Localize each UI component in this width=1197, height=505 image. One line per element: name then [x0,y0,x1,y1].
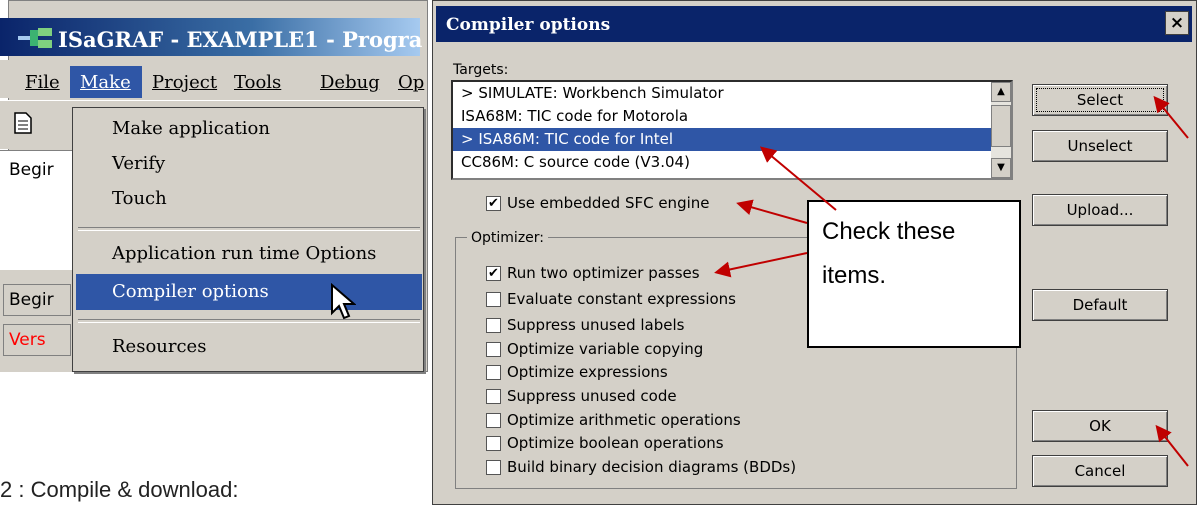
option-label: Suppress unused labels [507,316,685,334]
menu-make[interactable]: Make [80,72,131,93]
option-checkbox[interactable] [486,436,501,451]
option-checkbox[interactable] [486,389,501,404]
option-checkbox[interactable] [486,318,501,333]
ok-button[interactable]: OK [1032,410,1168,442]
embedded-sfc-checkbox[interactable]: ✔ [486,196,501,211]
menu-separator [78,319,420,323]
callout-line-1: Check these [822,218,956,245]
target-row[interactable]: > SIMULATE: Workbench Simulator [453,82,991,105]
close-icon[interactable]: × [1165,11,1189,35]
menu-item-application-run-time-options[interactable]: Application run time Options [112,243,376,264]
option-checkbox[interactable] [486,413,501,428]
default-button[interactable]: Default [1032,289,1168,321]
document-icon[interactable] [14,112,32,134]
option-label: Run two optimizer passes [507,264,700,282]
scroll-down-icon[interactable]: ▼ [991,158,1011,178]
option-label: Suppress unused code [507,387,677,405]
embedded-sfc-label: Use embedded SFC engine [507,194,710,212]
option-label: Optimize variable copying [507,340,704,358]
option-checkbox[interactable] [486,460,501,475]
dialog-title: Compiler options [446,15,611,35]
option-label: Optimize arithmetic operations [507,411,741,429]
option-checkbox[interactable]: ✔ [486,266,501,281]
option-label: Build binary decision diagrams (BDDs) [507,458,797,476]
menu-item-resources[interactable]: Resources [112,336,206,357]
status-line-1: Begir [9,290,54,310]
pane-text: Begir [9,160,54,180]
caption: 2 : Compile & download: [0,477,239,502]
app-icon [18,28,52,48]
menu-item-make-application[interactable]: Make application [112,118,270,139]
status-line-2: Vers [9,330,46,350]
target-row[interactable]: CC86M: C source code (V3.04) [453,151,991,174]
scrollbar-thumb[interactable] [991,105,1011,147]
cancel-button[interactable]: Cancel [1032,455,1168,487]
mouse-cursor-icon [331,283,356,320]
option-label: Optimize boolean operations [507,434,724,452]
targets-label: Targets: [453,62,509,78]
menu-item-compiler-options[interactable]: Compiler options [112,281,269,302]
select-button[interactable]: Select [1032,84,1168,116]
scroll-up-icon[interactable]: ▲ [991,82,1011,102]
option-label: Optimize expressions [507,363,668,381]
menu-separator [78,227,420,231]
optimizer-label: Optimizer: [467,230,549,246]
menu-tools[interactable]: Tools [234,72,281,93]
target-row[interactable]: ISA68M: TIC code for Motorola [453,105,991,128]
upload-button[interactable]: Upload... [1032,194,1168,226]
option-checkbox[interactable] [486,365,501,380]
ide-title: ISaGRAF - EXAMPLE1 - Progra [58,27,423,52]
menu-project[interactable]: Project [152,72,217,93]
menu-options[interactable]: Op [398,72,424,93]
option-checkbox[interactable] [486,342,501,357]
menu-debug[interactable]: Debug [320,72,380,93]
callout-line-2: items. [822,262,887,289]
menu-file[interactable]: File [25,72,60,93]
option-label: Evaluate constant expressions [507,290,736,308]
menu-item-touch[interactable]: Touch [112,188,167,209]
unselect-button[interactable]: Unselect [1032,130,1168,162]
make-menu-dropdown [72,107,424,372]
menu-item-verify[interactable]: Verify [112,153,165,174]
option-checkbox[interactable] [486,292,501,307]
target-row-selected[interactable]: > ISA86M: TIC code for Intel [453,128,991,151]
